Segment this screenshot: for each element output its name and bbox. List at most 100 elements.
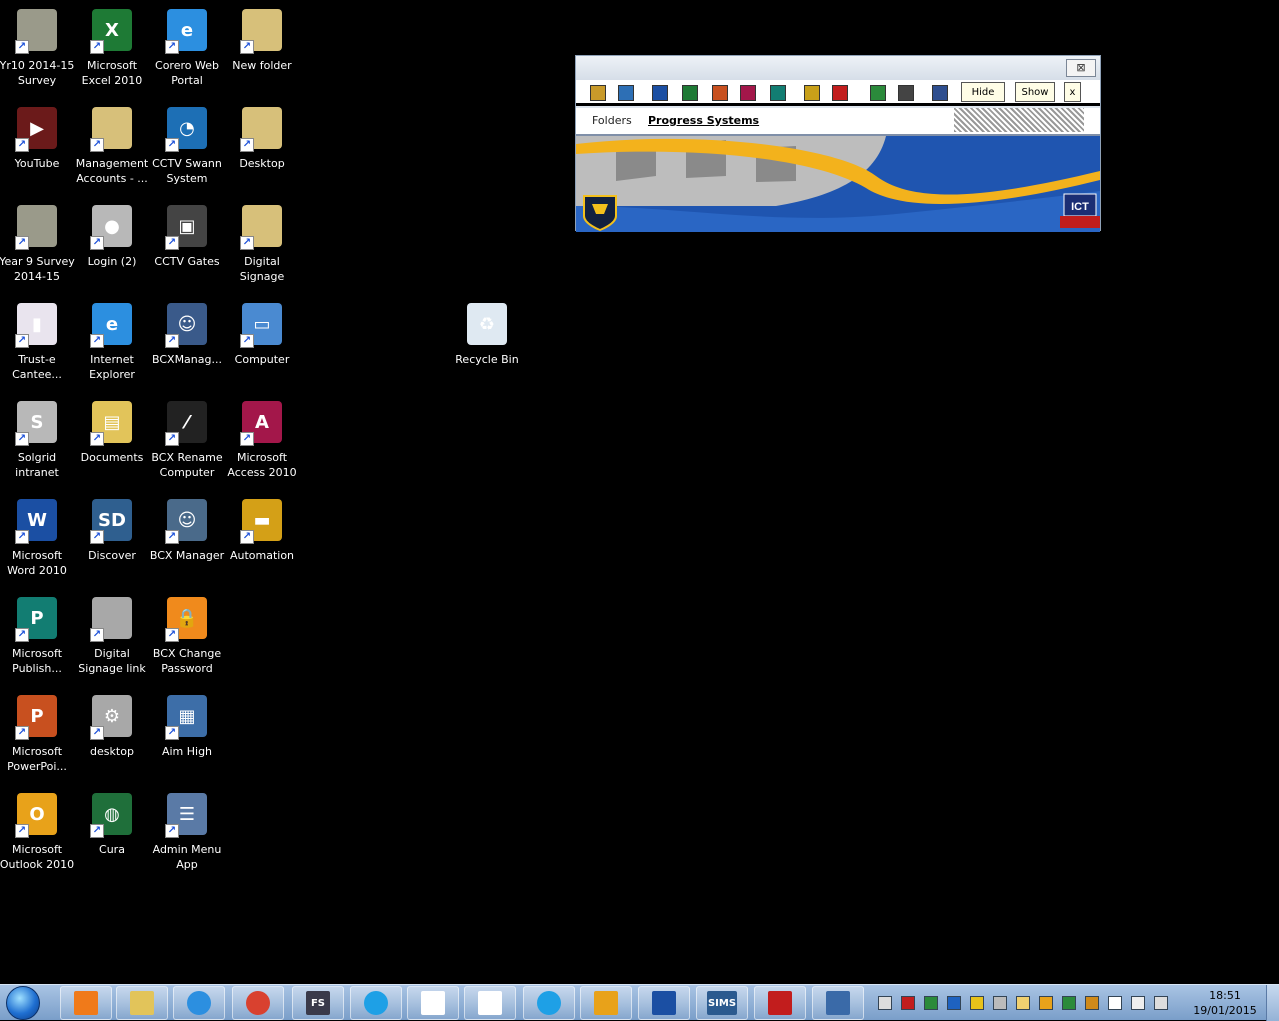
shortcut-arrow-icon: ↗ xyxy=(15,726,29,740)
flag-tray-icon[interactable] xyxy=(1108,996,1122,1010)
desktop-icon[interactable]: ▦ ↗ Aim High xyxy=(149,688,225,784)
desktop-icon[interactable]: P ↗ Microsoft Publish... xyxy=(0,590,75,686)
tab-strip: Folders Progress Systems xyxy=(576,108,1100,134)
desktop-icon-recycle-bin[interactable]: ♻ Recycle Bin xyxy=(449,296,525,392)
desktop-icon[interactable]: ▭ ↗ Computer xyxy=(224,296,300,392)
desktop-icon[interactable]: W ↗ Microsoft Word 2010 xyxy=(0,492,75,588)
printer-tray-icon[interactable] xyxy=(1062,996,1076,1010)
taskbar-button[interactable] xyxy=(173,986,225,1020)
app-fb-icon[interactable] xyxy=(832,85,848,101)
desktop-icon[interactable]: ☺ ↗ BCXManag... xyxy=(149,296,225,392)
internet-explorer-icon xyxy=(187,991,211,1015)
clock[interactable]: 18:51 19/01/2015 xyxy=(1190,988,1260,1020)
desktop-icon-label: Microsoft Access 2010 xyxy=(227,451,297,479)
taskbar-button[interactable]: SIMS xyxy=(696,986,748,1020)
taskbar-button[interactable] xyxy=(812,986,864,1020)
desktop-icon[interactable]: X ↗ Microsoft Excel 2010 xyxy=(74,2,150,98)
desktop-icon[interactable]: ↗ Digital Signage link xyxy=(74,590,150,686)
green-tray-icon[interactable] xyxy=(924,996,938,1010)
desktop-icon[interactable]: ▣ ↗ CCTV Gates xyxy=(149,198,225,294)
desktop-icon[interactable]: ⁄ ↗ BCX Rename Computer xyxy=(149,394,225,490)
powerpoint-app-icon[interactable] xyxy=(712,85,728,101)
volume-tray-icon[interactable] xyxy=(1154,996,1168,1010)
yellow-tray-icon[interactable] xyxy=(970,996,984,1010)
taskbar-button[interactable] xyxy=(116,986,168,1020)
taskbar-button[interactable] xyxy=(638,986,690,1020)
taskbar-button[interactable] xyxy=(464,986,516,1020)
desktop-icon[interactable]: e ↗ Corero Web Portal xyxy=(149,2,225,98)
bar-close-button[interactable]: x xyxy=(1064,82,1081,102)
taskbar-button[interactable] xyxy=(754,986,806,1020)
desktop-icon[interactable]: A ↗ Microsoft Access 2010 xyxy=(224,394,300,490)
tab-folders[interactable]: Folders xyxy=(592,114,632,127)
desktop-icon[interactable]: ◍ ↗ Cura xyxy=(74,786,150,882)
sims-app-icon[interactable] xyxy=(618,85,634,101)
desktop-icon[interactable]: ● ↗ Login (2) xyxy=(74,198,150,294)
taskbar-button[interactable] xyxy=(523,986,575,1020)
excel-app-icon[interactable] xyxy=(682,85,698,101)
network-tray-icon[interactable] xyxy=(878,996,892,1010)
start-button[interactable] xyxy=(6,986,40,1020)
blue-tray-icon[interactable] xyxy=(947,996,961,1010)
app-u-icon[interactable] xyxy=(804,85,820,101)
taskbar-button[interactable]: FS xyxy=(292,986,344,1020)
desktop-icon[interactable]: ↗ Year 9 Survey 2014-15 xyxy=(0,198,75,294)
desktop-icon[interactable]: SD ↗ Discover xyxy=(74,492,150,588)
app-triangle-icon[interactable] xyxy=(870,85,886,101)
hide-button[interactable]: Hide xyxy=(961,82,1005,102)
blank-document-icon xyxy=(421,991,445,1015)
taskbar-button[interactable] xyxy=(60,986,112,1020)
red-tray-icon[interactable] xyxy=(901,996,915,1010)
desktop-icon[interactable]: ☺ ↗ BCX Manager xyxy=(149,492,225,588)
outlook-icon: O ↗ xyxy=(13,790,61,838)
desktop-icon[interactable]: S ↗ Solgrid intranet xyxy=(0,394,75,490)
mail-tray-icon[interactable] xyxy=(1016,996,1030,1010)
desktop-icon[interactable]: O ↗ Microsoft Outlook 2010 xyxy=(0,786,75,882)
toolbar-window[interactable]: ⊠ Hide Show x Folders Progress Systems I… xyxy=(575,55,1101,232)
desktop-icon[interactable]: ↗ Desktop xyxy=(224,100,300,196)
desktop-icon[interactable]: ⚙ ↗ desktop xyxy=(74,688,150,784)
publisher-app-icon[interactable] xyxy=(770,85,786,101)
desktop-icon[interactable]: e ↗ Internet Explorer xyxy=(74,296,150,392)
desktop-icon[interactable]: ◔ ↗ CCTV Swann System xyxy=(149,100,225,196)
traffic-light-icon[interactable] xyxy=(898,85,914,101)
desktop-icon[interactable]: ▬ ↗ Automation xyxy=(224,492,300,588)
internet-explorer-icon: e ↗ xyxy=(88,300,136,348)
show-button[interactable]: Show xyxy=(1015,82,1055,102)
desktop-icon[interactable]: 🔒 ↗ BCX Change Password xyxy=(149,590,225,686)
help-app-icon[interactable] xyxy=(932,85,948,101)
folder-app-icon[interactable] xyxy=(590,85,606,101)
outlook-tray-icon[interactable] xyxy=(1039,996,1053,1010)
taskbar-button[interactable] xyxy=(232,986,284,1020)
lock-icon: 🔒 ↗ xyxy=(163,594,211,642)
desktop-icon[interactable]: ▮ ↗ Trust-e Cantee... xyxy=(0,296,75,392)
show-desktop-button[interactable] xyxy=(1266,985,1279,1021)
briefcase-folder-icon: ▬ ↗ xyxy=(238,496,286,544)
desktop-icon[interactable]: ☰ ↗ Admin Menu App xyxy=(149,786,225,882)
desktop-icon[interactable]: ↗ Digital Signage xyxy=(224,198,300,294)
word-app-icon[interactable] xyxy=(652,85,668,101)
meter-tray-icon[interactable] xyxy=(993,996,1007,1010)
desktop-icon[interactable]: ▤ ↗ Documents xyxy=(74,394,150,490)
shortcut-arrow-icon: ↗ xyxy=(165,138,179,152)
taskbar-button[interactable] xyxy=(407,986,459,1020)
folder-icon: ↗ xyxy=(238,104,286,152)
desktop-icon[interactable]: ↗ New folder xyxy=(224,2,300,98)
taskbar-button[interactable] xyxy=(580,986,632,1020)
monitor-tray-icon[interactable] xyxy=(1131,996,1145,1010)
bar-chart-icon: ▮ ↗ xyxy=(13,300,61,348)
camcorder-icon: ▣ ↗ xyxy=(163,202,211,250)
desktop-icon[interactable]: P ↗ Microsoft PowerPoi... xyxy=(0,688,75,784)
desktop-icon[interactable]: ↗ Management Accounts - ... xyxy=(74,100,150,196)
desktop-icon[interactable]: ▶ ↗ YouTube xyxy=(0,100,75,196)
access-app-icon[interactable] xyxy=(740,85,756,101)
chrome-icon xyxy=(246,991,270,1015)
taskbar-button[interactable] xyxy=(350,986,402,1020)
desktop-icon[interactable]: ↗ Yr10 2014-15 Survey xyxy=(0,2,75,98)
window-close-button[interactable]: ⊠ xyxy=(1066,59,1096,77)
shortcut-arrow-icon: ↗ xyxy=(240,138,254,152)
shortcut-arrow-icon: ↗ xyxy=(165,628,179,642)
toolbar-window-titlebar[interactable]: ⊠ xyxy=(576,56,1100,80)
tools-tray-icon[interactable] xyxy=(1085,996,1099,1010)
tab-progress-systems[interactable]: Progress Systems xyxy=(648,114,759,127)
